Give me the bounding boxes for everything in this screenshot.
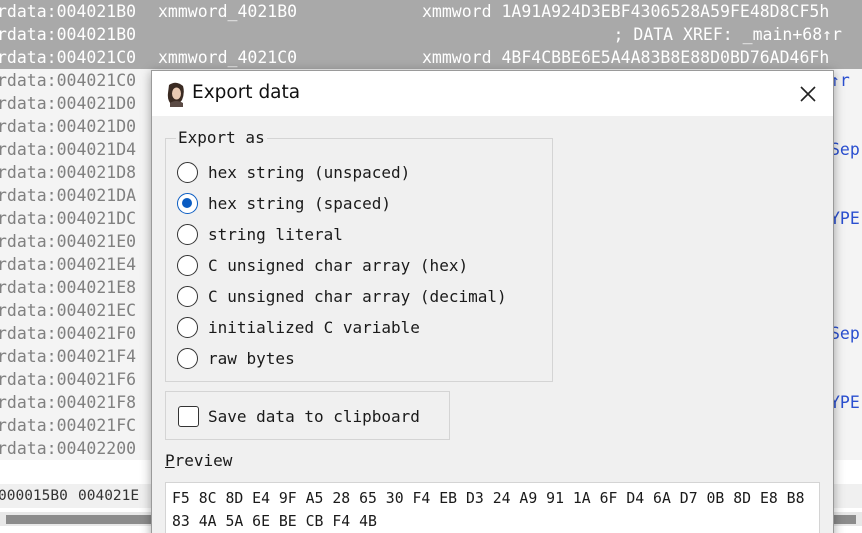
- listing-right-fragment: YPE: [830, 393, 860, 412]
- radio-label: C unsigned char array (hex): [208, 256, 469, 275]
- listing-address: rdata:004021DA: [0, 186, 137, 205]
- radio-label: initialized C variable: [208, 318, 420, 337]
- listing-address: rdata:004021D8: [0, 163, 137, 182]
- listing-row[interactable]: rdata:004021C0 xmmword_4021C0 xmmword 4BF4…: [0, 46, 862, 69]
- listing-label: xmmword_4021B0: [158, 2, 298, 21]
- radio-button-unselected[interactable]: [177, 317, 198, 338]
- listing-address: rdata:004021F4: [0, 347, 137, 366]
- export-format-group-label: Export as: [176, 128, 267, 148]
- listing-right-fragment: Sep: [830, 324, 860, 343]
- listing-address: rdata:00402200: [0, 439, 137, 458]
- radio-button-unselected[interactable]: [177, 348, 198, 369]
- listing-address: rdata:004021C0: [0, 71, 137, 90]
- listing-address: rdata:004021B0: [0, 2, 137, 21]
- dialog-title: Export data: [192, 82, 301, 103]
- radio-button-unselected[interactable]: [177, 286, 198, 307]
- listing-address: rdata:004021DC: [0, 209, 137, 228]
- listing-value: xmmword 1A91A924D3EBF4306528A59FE48D8CF5…: [422, 2, 830, 21]
- radio-label: hex string (spaced): [208, 194, 392, 213]
- listing-xref-comment: ; DATA XREF: _main+68↑r: [613, 25, 842, 44]
- listing-address: rdata:004021F0: [0, 324, 137, 343]
- listing-address: rdata:004021EC: [0, 301, 137, 320]
- listing-value: xmmword 4BF4CBBE6E5A4A83B8E88D0BD76AD46F…: [422, 48, 830, 67]
- radio-button-unselected[interactable]: [177, 255, 198, 276]
- radio-label: C unsigned char array (decimal): [208, 287, 507, 306]
- listing-address: rdata:004021E4: [0, 255, 137, 274]
- status-file-offset: 000015B0: [0, 488, 68, 504]
- close-button[interactable]: [788, 79, 828, 109]
- listing-right-fragment: Sep: [830, 140, 860, 159]
- preview-textbox[interactable]: F5 8C 8D E4 9F A5 28 65 30 F4 EB D3 24 A…: [165, 482, 820, 533]
- preview-label-accesskey: P: [165, 451, 175, 470]
- status-address: 004021E: [78, 488, 140, 504]
- listing-address: rdata:004021D4: [0, 140, 137, 159]
- checkbox-label: Save data to clipboard: [208, 407, 420, 426]
- listing-row[interactable]: rdata:004021B0 ; DATA XREF: _main+68↑r: [0, 23, 862, 46]
- ida-app-icon: [164, 81, 188, 107]
- radio-label: string literal: [208, 225, 343, 244]
- listing-address: rdata:004021F8: [0, 393, 137, 412]
- listing-address: rdata:004021B0: [0, 25, 137, 44]
- checkbox-box[interactable]: [178, 406, 199, 427]
- listing-label: xmmword_4021C0: [158, 48, 298, 67]
- radio-label: raw bytes: [208, 349, 295, 368]
- listing-address: rdata:004021E8: [0, 278, 137, 297]
- export-data-dialog: Export data Export as hex string (unspac…: [151, 70, 834, 533]
- preview-label-rest: review: [174, 451, 233, 470]
- radio-label: hex string (unspaced): [208, 163, 411, 182]
- radio-button-unselected[interactable]: [177, 162, 198, 183]
- radio-button-selected[interactable]: [177, 193, 198, 214]
- listing-address: rdata:004021D0: [0, 94, 137, 113]
- listing-address: rdata:004021FC: [0, 416, 137, 435]
- radio-button-unselected[interactable]: [177, 224, 198, 245]
- dialog-titlebar[interactable]: Export data: [152, 71, 833, 116]
- listing-right-fragment: YPE: [830, 209, 860, 228]
- listing-address: rdata:004021E0: [0, 232, 137, 251]
- listing-address: rdata:004021C0: [0, 48, 137, 67]
- listing-address: rdata:004021D0: [0, 117, 137, 136]
- listing-address: rdata:004021F6: [0, 370, 137, 389]
- preview-label: Preview: [165, 451, 232, 471]
- close-icon: [800, 86, 816, 102]
- listing-row[interactable]: rdata:004021B0 xmmword_4021B0 xmmword 1A91…: [0, 0, 862, 23]
